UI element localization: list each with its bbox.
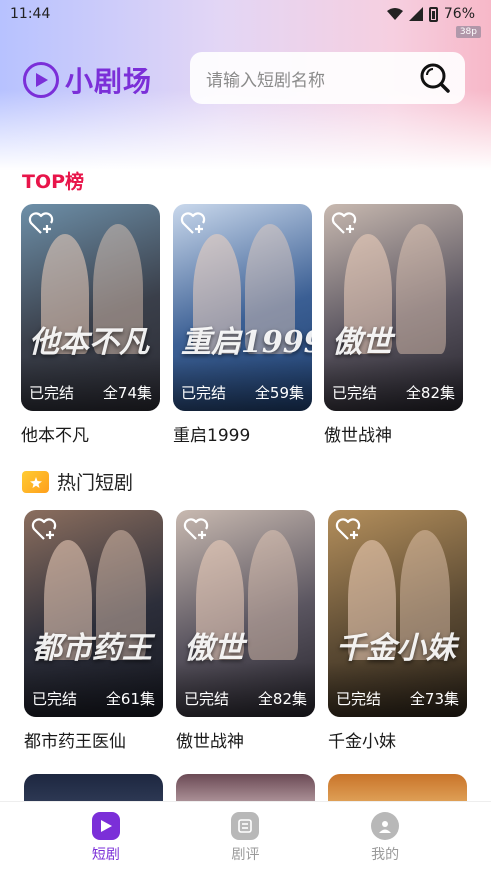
poster-meta: 已完结 全82集 bbox=[176, 688, 315, 709]
partial-poster[interactable] bbox=[24, 774, 163, 801]
completion-status: 已完结 bbox=[32, 690, 78, 708]
drama-title[interactable]: 傲世战神 bbox=[324, 421, 463, 446]
drama-card[interactable]: 傲世已完结 全82集傲世战神 bbox=[324, 204, 463, 446]
poster-meta: 已完结 全74集 bbox=[21, 382, 160, 403]
header: 小剧场 请输入短剧名称 bbox=[0, 50, 491, 108]
app-logo-text: 小剧场 bbox=[65, 65, 153, 98]
review-tab-icon bbox=[231, 811, 260, 840]
drama-poster[interactable]: 傲世已完结 全82集 bbox=[176, 510, 315, 717]
tab-label: 剧评 bbox=[231, 846, 260, 863]
drama-card[interactable]: 傲世已完结 全82集傲世战神 bbox=[176, 510, 315, 752]
favorite-heart-icon[interactable] bbox=[334, 516, 362, 542]
tab-shortdrama[interactable]: 短剧 bbox=[61, 811, 151, 864]
search-icon[interactable] bbox=[419, 62, 451, 94]
episode-count: 全61集 bbox=[105, 690, 155, 708]
tab-label: 短剧 bbox=[91, 846, 120, 863]
drama-poster[interactable]: 他本不凡已完结 全74集 bbox=[21, 204, 160, 411]
poster-figure bbox=[248, 530, 298, 660]
episode-count: 全74集 bbox=[102, 384, 152, 402]
drama-card[interactable]: 千金小妹 已完结 全73集 千金小妹 bbox=[328, 510, 467, 752]
app-logo: 小剧场 bbox=[23, 60, 152, 100]
play-tab-icon bbox=[91, 811, 120, 840]
poster-title-art: 傲世 bbox=[184, 631, 244, 666]
tab-review[interactable]: 剧评 bbox=[200, 811, 290, 864]
drama-title[interactable]: 都市药王医仙 bbox=[24, 727, 163, 752]
favorite-heart-icon[interactable] bbox=[30, 516, 58, 542]
drama-card[interactable]: 都市药王已完结 全61集都市药王医仙 bbox=[24, 510, 163, 752]
next-row-partial bbox=[0, 774, 491, 801]
drama-title[interactable]: 千金小妹 bbox=[328, 727, 467, 752]
tab-mine[interactable]: 我的 bbox=[340, 811, 430, 864]
top-section-title: TOP榜 bbox=[22, 171, 85, 193]
episode-count: 全73集 bbox=[409, 690, 459, 708]
drama-poster[interactable]: 重启1999 已完结 全59集 bbox=[173, 204, 312, 411]
poster-title-art: 傲世 bbox=[332, 325, 392, 360]
signal-icon bbox=[408, 7, 423, 21]
favorite-heart-icon[interactable] bbox=[182, 516, 210, 542]
status-bar: 11:44 76% bbox=[0, 0, 491, 28]
drama-card[interactable]: 重启1999 已完结 全59集 重启1999 bbox=[173, 204, 312, 446]
wifi-icon bbox=[386, 8, 403, 20]
partial-poster[interactable] bbox=[176, 774, 315, 801]
completion-status: 已完结 bbox=[332, 384, 378, 402]
drama-card[interactable]: 他本不凡 已完结 全74集 他本不凡 bbox=[21, 204, 160, 446]
poster-meta: 已完结 全73集 bbox=[328, 688, 467, 709]
drama-poster[interactable]: 傲世已完结 全82集 bbox=[324, 204, 463, 411]
drama-title[interactable]: 傲世战神 bbox=[176, 727, 315, 752]
drama-title[interactable]: 重启1999 bbox=[173, 421, 312, 446]
favorite-heart-icon[interactable] bbox=[179, 210, 207, 236]
poster-figure bbox=[396, 224, 446, 354]
poster-meta: 已完结 全61集 bbox=[24, 688, 163, 709]
poster-title-art: 千金小妹 bbox=[336, 631, 456, 666]
poster-title-art: 他本不凡 bbox=[29, 325, 149, 360]
poster-meta: 已完结 全59集 bbox=[173, 382, 312, 403]
completion-status: 已完结 bbox=[181, 384, 227, 402]
fps-badge: 38p bbox=[455, 26, 481, 38]
completion-status: 已完结 bbox=[184, 690, 230, 708]
clapperboard-icon bbox=[22, 470, 49, 493]
poster-title-art: 重启1999 bbox=[181, 325, 312, 360]
drama-title[interactable]: 他本不凡 bbox=[21, 421, 160, 446]
hot-section-title: 热门短剧 bbox=[22, 468, 133, 495]
poster-meta: 已完结 全82集 bbox=[324, 382, 463, 403]
hot-section-label: 热门短剧 bbox=[57, 472, 134, 494]
favorite-heart-icon[interactable] bbox=[27, 210, 55, 236]
tab-label: 我的 bbox=[371, 846, 400, 863]
battery-percent: 76% bbox=[443, 6, 475, 22]
search-input[interactable]: 请输入短剧名称 bbox=[206, 66, 419, 91]
favorite-heart-icon[interactable] bbox=[330, 210, 358, 236]
drama-poster[interactable]: 都市药王已完结 全61集 bbox=[24, 510, 163, 717]
user-tab-icon bbox=[371, 811, 400, 840]
episode-count: 全82集 bbox=[405, 384, 455, 402]
search-box[interactable]: 请输入短剧名称 bbox=[190, 52, 465, 104]
poster-title-art: 都市药王 bbox=[32, 631, 152, 666]
completion-status: 已完结 bbox=[336, 690, 382, 708]
drama-poster[interactable]: 千金小妹已完结 全73集 bbox=[328, 510, 467, 717]
status-icons: 76% bbox=[386, 6, 475, 22]
partial-poster[interactable] bbox=[328, 774, 467, 801]
play-logo-icon bbox=[23, 62, 59, 98]
episode-count: 全82集 bbox=[257, 690, 307, 708]
episode-count: 全59集 bbox=[254, 384, 304, 402]
status-time: 11:44 bbox=[10, 6, 51, 22]
completion-status: 已完结 bbox=[29, 384, 75, 402]
battery-icon bbox=[428, 6, 438, 22]
bottom-tab-bar: 短剧 剧评 我的 bbox=[0, 801, 491, 873]
